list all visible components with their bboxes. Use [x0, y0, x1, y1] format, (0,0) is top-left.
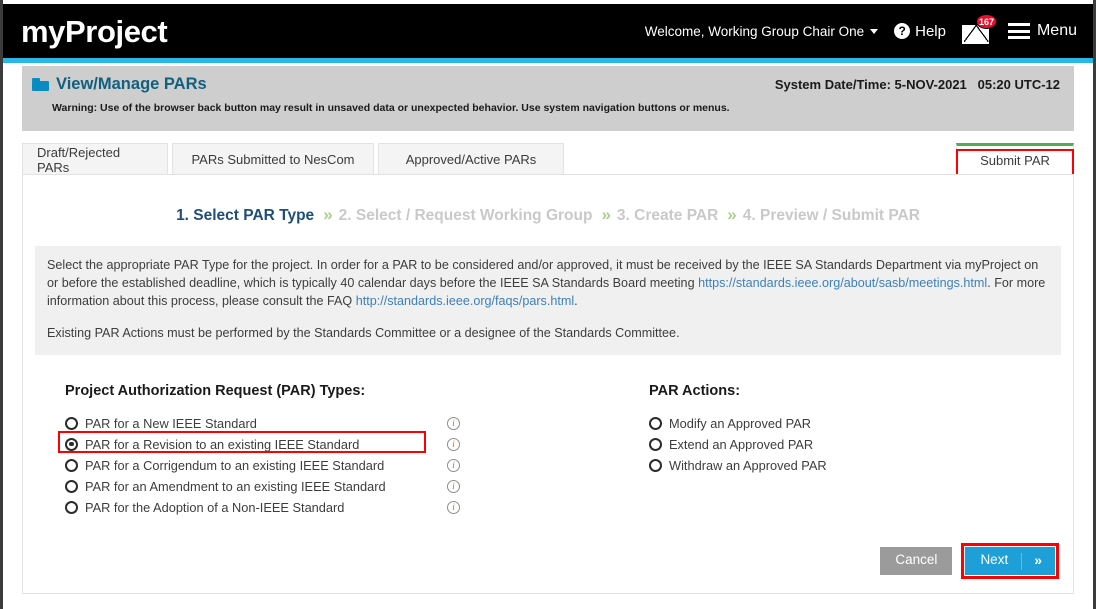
radio-par-new[interactable] [65, 416, 78, 430]
info-circle-icon[interactable]: i [447, 437, 460, 451]
par-type-label-adoption: PAR for the Adoption of a Non-IEEE Stand… [85, 499, 345, 515]
chevron-double-right-icon: » [1034, 551, 1042, 568]
instructions-paragraph-2: Existing PAR Actions must be performed b… [47, 325, 680, 340]
browser-left-edge [0, 0, 3, 609]
chevron-right-icon: » [727, 205, 737, 224]
back-button-warning: Warning: Use of the browser back button … [52, 102, 730, 114]
instructions-text-c: . [574, 293, 578, 308]
wizard-step-2: 2. Select / Request Working Group [338, 207, 593, 224]
form-actions: Cancel Next » [880, 543, 1059, 579]
chevron-right-icon: » [601, 205, 611, 224]
par-type-option-amendment[interactable]: PAR for an Amendment to an existing IEEE… [65, 476, 649, 497]
instructions-panel: Select the appropriate PAR Type for the … [35, 246, 1061, 355]
wizard-step-4: 4. Preview / Submit PAR [742, 207, 920, 224]
folder-icon [32, 78, 49, 91]
page-subheader: View/Manage PARs System Date/Time: 5-NOV… [22, 66, 1074, 131]
par-type-option-corrigendum[interactable]: PAR for a Corrigendum to an existing IEE… [65, 455, 649, 476]
tab-pars-submitted-to-nescom[interactable]: PARs Submitted to NesCom [172, 143, 374, 175]
radio-par-revision[interactable] [65, 437, 78, 451]
tab-submit-par[interactable]: Submit PAR [956, 143, 1074, 175]
par-type-label-new: PAR for a New IEEE Standard [85, 415, 257, 431]
welcome-label: Welcome, Working Group Chair One [644, 23, 865, 39]
page-title: View/Manage PARs [32, 75, 207, 94]
info-circle-icon[interactable]: i [447, 479, 460, 493]
app-header-actions: Welcome, Working Group Chair One ? Help … [644, 14, 1077, 44]
sasb-meetings-link[interactable]: https://standards.ieee.org/about/sasb/me… [698, 276, 987, 290]
app-header: myProject Welcome, Working Group Chair O… [3, 4, 1093, 58]
par-type-option-revision[interactable]: PAR for a Revision to an existing IEEE S… [58, 430, 649, 455]
par-type-label-amendment: PAR for an Amendment to an existing IEEE… [85, 478, 386, 494]
app-brand-logo[interactable]: myProject [21, 16, 168, 47]
radio-action-modify[interactable] [649, 416, 662, 430]
menu-label: Menu [1036, 22, 1077, 39]
par-types-column: Project Authorization Request (PAR) Type… [37, 383, 649, 518]
accent-strip [3, 58, 1093, 63]
instructions-paragraph-1: Select the appropriate PAR Type for the … [47, 257, 1047, 311]
messages-button[interactable]: 167 [961, 14, 997, 44]
par-action-label-modify: Modify an Approved PAR [669, 415, 812, 431]
tab-approved-active-pars[interactable]: Approved/Active PARs [378, 143, 564, 175]
question-circle-icon: ? [894, 23, 911, 39]
wizard-step-1[interactable]: 1. Select PAR Type [176, 207, 314, 225]
help-label: Help [915, 22, 946, 40]
wizard-steps: 1. Select PAR Type » 2. Select / Request… [23, 205, 1073, 226]
par-action-option-withdraw[interactable]: Withdraw an Approved PAR [649, 455, 1059, 476]
radio-par-adoption[interactable] [65, 500, 78, 514]
radio-par-corrigendum[interactable] [65, 458, 78, 472]
next-button-wrapper: Next » [961, 543, 1059, 579]
options-columns: Project Authorization Request (PAR) Type… [23, 383, 1073, 518]
system-datetime: System Date/Time: 5-NOV-2021 05:20 UTC-1… [774, 77, 1060, 92]
info-circle-icon[interactable]: i [447, 500, 460, 514]
next-button-label: Next [980, 552, 1009, 568]
par-type-label-corrigendum: PAR for a Corrigendum to an existing IEE… [85, 457, 385, 473]
par-actions-column: PAR Actions: Modify an Approved PAR Exte… [649, 383, 1059, 518]
messages-count-badge: 167 [975, 14, 997, 29]
par-type-option-adoption[interactable]: PAR for the Adoption of a Non-IEEE Stand… [65, 497, 649, 518]
tab-draft-rejected-pars[interactable]: Draft/Rejected PARs [22, 143, 168, 175]
par-types-heading: Project Authorization Request (PAR) Type… [65, 382, 366, 399]
main-menu-button[interactable]: Menu [1007, 22, 1077, 40]
page-root: myProject Welcome, Working Group Chair O… [0, 0, 1096, 609]
cancel-button[interactable]: Cancel [880, 547, 953, 575]
par-action-option-extend[interactable]: Extend an Approved PAR [649, 434, 1059, 455]
info-circle-icon[interactable]: i [447, 458, 460, 472]
chevron-right-icon: » [323, 205, 333, 224]
faq-pars-link[interactable]: http://standards.ieee.org/faqs/pars.html [356, 294, 574, 308]
par-type-option-new[interactable]: PAR for a New IEEE Standard i [65, 413, 649, 434]
next-button[interactable]: Next » [965, 547, 1055, 575]
help-button[interactable]: ? Help [894, 23, 946, 40]
radio-action-extend[interactable] [649, 437, 662, 451]
radio-action-withdraw[interactable] [649, 458, 662, 472]
tab-strip: Draft/Rejected PARs PARs Submitted to Ne… [22, 143, 1074, 177]
chevron-down-icon [870, 28, 879, 34]
par-action-label-extend: Extend an Approved PAR [669, 436, 814, 452]
wizard-step-3: 3. Create PAR [616, 207, 719, 224]
subheader-row: View/Manage PARs System Date/Time: 5-NOV… [32, 75, 1060, 94]
par-type-label-revision: PAR for a Revision to an existing IEEE S… [85, 436, 360, 452]
par-action-option-modify[interactable]: Modify an Approved PAR [649, 413, 1059, 434]
info-circle-icon[interactable]: i [447, 416, 460, 430]
main-content-card: 1. Select PAR Type » 2. Select / Request… [22, 174, 1074, 594]
hamburger-icon [1007, 23, 1030, 39]
radio-par-amendment[interactable] [65, 479, 78, 493]
user-account-menu[interactable]: Welcome, Working Group Chair One [644, 23, 879, 39]
page-title-label: View/Manage PARs [56, 75, 207, 93]
par-actions-heading: PAR Actions: [649, 382, 741, 399]
par-action-label-withdraw: Withdraw an Approved PAR [669, 457, 827, 473]
